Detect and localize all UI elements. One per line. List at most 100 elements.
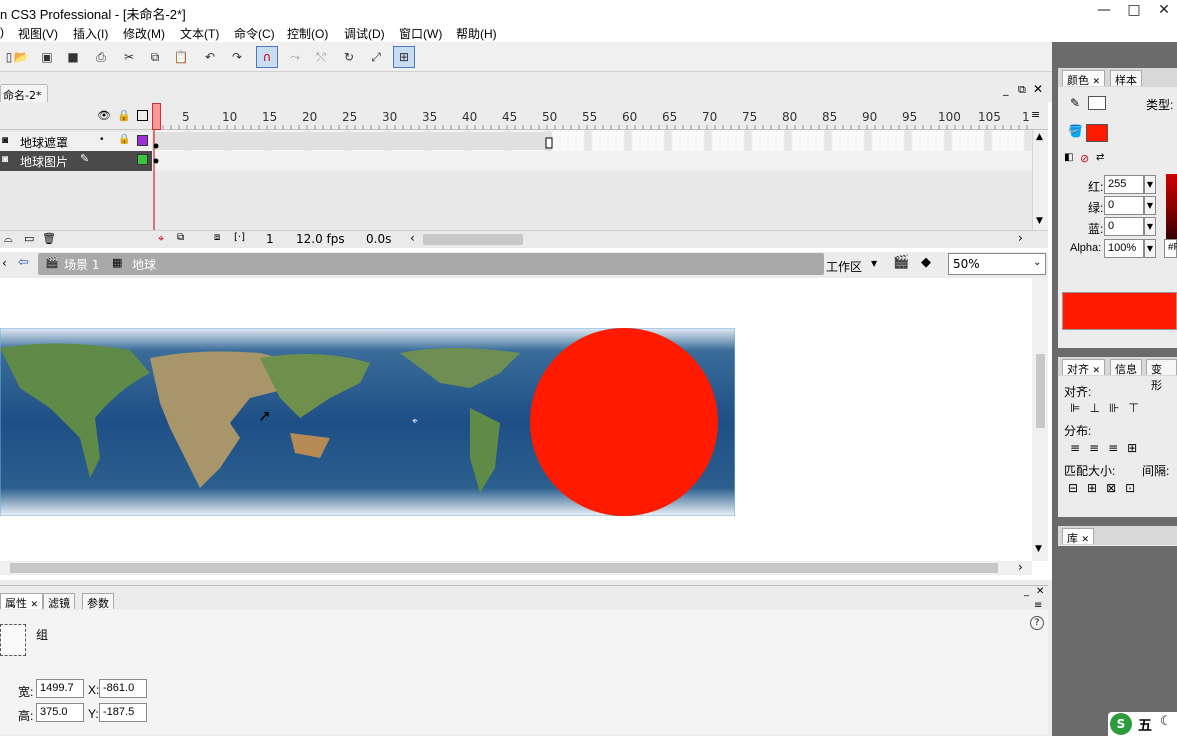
stage-vscroll[interactable]: ▼ bbox=[1032, 278, 1048, 561]
x-field[interactable]: -861.0 bbox=[99, 679, 147, 698]
scene-crumb[interactable]: 场景 1 bbox=[64, 256, 99, 273]
default-colors-icon[interactable]: ◧ bbox=[1064, 152, 1073, 163]
workspace-menu[interactable]: 工作区 bbox=[826, 258, 862, 275]
fill-color-swatch[interactable] bbox=[1086, 124, 1108, 142]
align-toggle-icon[interactable]: ⊞ bbox=[393, 46, 415, 68]
doc-restore-icon[interactable]: ⧉ bbox=[1018, 83, 1026, 97]
minimize-button[interactable]: — bbox=[1090, 0, 1118, 22]
stroke-color-swatch[interactable] bbox=[1088, 96, 1106, 110]
tab-color[interactable]: 颜色 ✕ bbox=[1062, 70, 1106, 87]
snap-magnet-icon[interactable]: ∩ bbox=[256, 46, 278, 68]
scroll-down-icon[interactable]: ▼ bbox=[1035, 544, 1042, 554]
copy-icon[interactable]: ⧉ bbox=[146, 48, 164, 66]
back-arrow-icon[interactable]: ⇦ bbox=[18, 255, 29, 270]
smooth-icon[interactable]: ⤳ bbox=[286, 48, 304, 66]
distribute-buttons-icon[interactable]: ≡≡≡⊞ bbox=[1070, 441, 1146, 455]
save-icon[interactable]: ■ bbox=[64, 48, 82, 66]
tab-transform[interactable]: 变形 bbox=[1146, 359, 1177, 392]
layer-row-selected[interactable]: ◙ 地球图片 ✎ bbox=[0, 151, 152, 171]
tab-filters[interactable]: 滤镜 bbox=[43, 593, 75, 610]
doc-minimize-icon[interactable]: _ bbox=[1003, 83, 1009, 96]
playhead[interactable] bbox=[152, 103, 161, 130]
width-field[interactable]: 1499.7 bbox=[36, 679, 84, 698]
tab-align[interactable]: 对齐 ✕ bbox=[1062, 359, 1106, 376]
close-icon[interactable]: ✕ bbox=[1082, 535, 1090, 545]
stage-hscroll[interactable]: › bbox=[0, 560, 1032, 575]
menu-control[interactable]: 控制(O) bbox=[287, 25, 328, 42]
close-icon[interactable]: ✕ bbox=[1093, 77, 1101, 87]
menu-debug[interactable]: 调试(D) bbox=[344, 25, 385, 42]
red-circle-mask[interactable] bbox=[528, 326, 720, 518]
layer-color-swatch[interactable] bbox=[137, 154, 148, 165]
print-icon[interactable]: ⎙ bbox=[92, 48, 110, 66]
scroll-left-icon[interactable]: ‹ bbox=[410, 231, 415, 245]
chevron-down-icon[interactable]: ▼ bbox=[1144, 239, 1156, 258]
stage-hscroll-thumb[interactable] bbox=[10, 563, 998, 573]
chevron-down-icon[interactable]: ▼ bbox=[1144, 217, 1156, 236]
menu-text[interactable]: 文本(T) bbox=[180, 25, 219, 42]
layer-color-swatch[interactable] bbox=[137, 135, 148, 146]
save-all-icon[interactable]: ▣ bbox=[38, 48, 56, 66]
ime-mode[interactable]: 五 bbox=[1138, 715, 1152, 735]
menu-insert[interactable]: 插入(I) bbox=[73, 25, 108, 42]
locked-icon[interactable]: 🔒 bbox=[118, 134, 130, 145]
paste-icon[interactable]: 📋 bbox=[172, 48, 190, 66]
fill-bucket-icon[interactable]: 🪣 bbox=[1068, 124, 1083, 138]
alpha-field[interactable]: 100% bbox=[1104, 239, 1144, 258]
ime-moon-icon[interactable]: ☾ bbox=[1160, 714, 1172, 729]
add-layer-icon[interactable]: ⌓ bbox=[4, 232, 13, 246]
edit-symbol-icon[interactable]: ◆ bbox=[921, 255, 931, 270]
menu-view[interactable]: 视图(V) bbox=[18, 25, 58, 42]
workspace-dropdown-icon[interactable]: ▼ bbox=[871, 259, 877, 268]
scroll-right-icon[interactable]: › bbox=[1018, 560, 1023, 574]
scroll-up-icon[interactable]: ▲ bbox=[1036, 132, 1043, 142]
document-tab[interactable]: 命名-2* bbox=[0, 84, 48, 103]
symbol-crumb[interactable]: 地球 bbox=[132, 256, 156, 273]
add-folder-icon[interactable]: ▭ bbox=[24, 232, 34, 245]
outline-icon[interactable] bbox=[137, 110, 148, 121]
red-field[interactable]: 255 bbox=[1104, 175, 1144, 194]
layer-row[interactable]: ◙ 地球遮罩 • 🔒 bbox=[0, 132, 152, 152]
visible-dot-icon[interactable]: • bbox=[100, 134, 104, 145]
match-size-buttons-icon[interactable]: ⊟⊞⊠⊡ bbox=[1068, 481, 1144, 495]
open-icon[interactable]: 📂 bbox=[12, 48, 30, 66]
close-icon[interactable]: ✕ bbox=[1093, 366, 1101, 376]
zoom-select[interactable]: 50% ⌄ bbox=[948, 253, 1046, 275]
menu-modify[interactable]: 修改(M) bbox=[123, 25, 165, 42]
swap-colors-icon[interactable]: ⇄ bbox=[1096, 152, 1104, 163]
doc-close-icon[interactable]: ✕ bbox=[1033, 82, 1043, 96]
center-frame-icon[interactable]: ⌖ bbox=[158, 232, 164, 246]
undo-icon[interactable]: ↶ bbox=[201, 48, 219, 66]
close-icon[interactable]: ✕ bbox=[31, 600, 39, 610]
lock-icon[interactable]: 🔒 bbox=[117, 109, 131, 122]
tab-library[interactable]: 库 ✕ bbox=[1062, 528, 1095, 545]
menu-stub[interactable]: ) bbox=[0, 25, 4, 39]
onion-skin-icon[interactable]: ⧉ bbox=[177, 232, 184, 243]
close-button[interactable]: ✕ bbox=[1150, 0, 1177, 22]
scroll-right-icon[interactable]: › bbox=[1018, 231, 1023, 245]
edit-multiple-icon[interactable]: ⧈ bbox=[214, 232, 220, 243]
blue-field[interactable]: 0 bbox=[1104, 217, 1144, 236]
timeline-hscroll-thumb[interactable] bbox=[423, 234, 523, 245]
no-color-icon[interactable]: ⊘ bbox=[1080, 152, 1089, 165]
edit-scene-icon[interactable]: 🎬 bbox=[893, 255, 909, 270]
tab-swatches[interactable]: 样本 bbox=[1110, 70, 1142, 87]
stage[interactable]: ⌖ ➚ bbox=[0, 278, 1032, 561]
y-field[interactable]: -187.5 bbox=[99, 703, 147, 722]
timeline-menu-icon[interactable]: ≡ bbox=[1031, 108, 1040, 121]
redo-icon[interactable]: ↷ bbox=[228, 48, 246, 66]
delete-layer-icon[interactable]: 🗑 bbox=[42, 232, 56, 245]
modify-markers-icon[interactable]: [·] bbox=[234, 232, 245, 243]
straighten-icon[interactable]: ⤲ bbox=[312, 48, 330, 66]
help-icon[interactable]: ? bbox=[1030, 616, 1044, 630]
height-field[interactable]: 375.0 bbox=[36, 703, 84, 722]
chevron-down-icon[interactable]: ▼ bbox=[1144, 196, 1156, 215]
timeline-vscroll[interactable]: ▲ ▼ bbox=[1032, 130, 1048, 230]
edit-bar-left-icon[interactable]: ‹ bbox=[2, 256, 7, 270]
scroll-down-icon[interactable]: ▼ bbox=[1036, 216, 1043, 226]
chevron-down-icon[interactable]: ▼ bbox=[1144, 175, 1156, 194]
tab-properties[interactable]: 属性 ✕ bbox=[0, 593, 44, 610]
rotate-icon[interactable]: ↻ bbox=[340, 48, 358, 66]
pencil-icon[interactable]: ✎ bbox=[80, 152, 89, 165]
cut-icon[interactable]: ✂ bbox=[120, 48, 138, 66]
